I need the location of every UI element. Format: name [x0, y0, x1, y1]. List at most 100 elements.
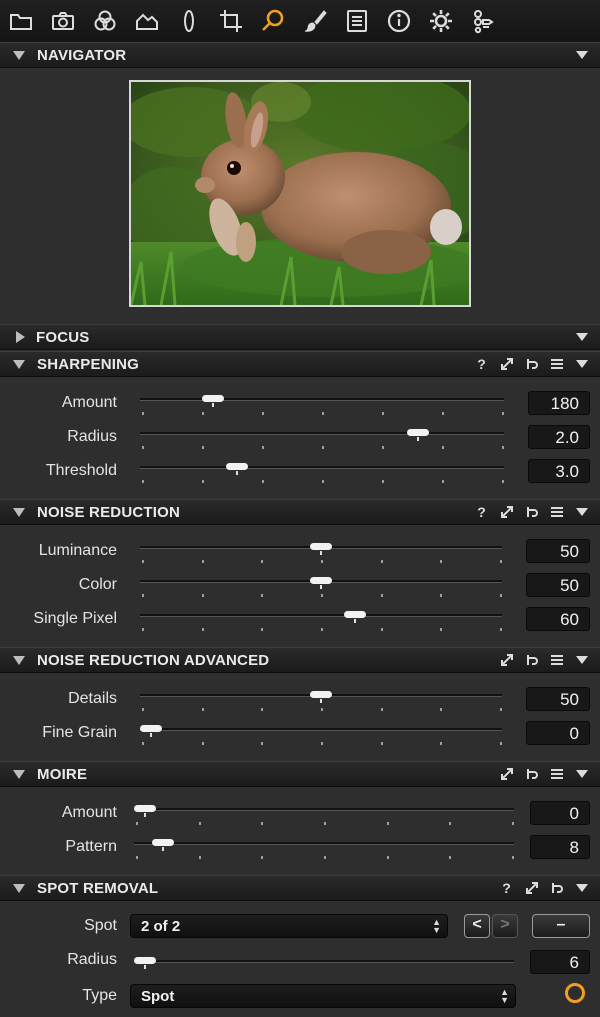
slider-value-field[interactable]: 0 — [530, 801, 590, 825]
slider-tick — [142, 480, 144, 483]
copy-apply-icon[interactable] — [494, 500, 519, 524]
slider-track[interactable] — [134, 808, 514, 811]
tool-tabs-toolbar — [0, 0, 600, 43]
slider-value-field[interactable]: 60 — [526, 607, 590, 631]
settings-gear-icon[interactable] — [420, 0, 462, 42]
sharpening-header[interactable]: SHARPENING ? — [0, 351, 600, 377]
slider-track[interactable] — [140, 398, 504, 401]
noise-reduction-header[interactable]: NOISE REDUCTION ? — [0, 499, 600, 525]
slider-thumb[interactable] — [151, 839, 174, 851]
folder-icon[interactable] — [0, 0, 42, 42]
focus-header[interactable]: FOCUS — [0, 324, 600, 350]
copy-apply-icon[interactable] — [494, 762, 519, 786]
slider-value-field[interactable]: 50 — [526, 687, 590, 711]
type-select[interactable]: Spot ▲ ▼ — [130, 984, 516, 1008]
slider-value-field[interactable]: 50 — [526, 539, 590, 563]
presets-menu-icon[interactable] — [544, 352, 569, 376]
crop-icon[interactable] — [210, 0, 252, 42]
camera-icon[interactable] — [42, 0, 84, 42]
spot-select[interactable]: 2 of 2 ▲ ▼ — [130, 914, 448, 938]
expand-triangle-icon[interactable] — [16, 331, 25, 343]
collapse-triangle-icon[interactable] — [13, 507, 25, 517]
slider-track[interactable] — [134, 842, 514, 845]
local-adjust-brush-icon[interactable] — [294, 0, 336, 42]
copy-apply-icon[interactable] — [519, 876, 544, 900]
help-button[interactable]: ? — [469, 500, 494, 524]
navigator-header[interactable]: NAVIGATOR — [0, 42, 600, 68]
slider-track[interactable] — [140, 614, 502, 617]
reset-icon[interactable] — [519, 352, 544, 376]
reset-icon[interactable] — [519, 500, 544, 524]
noise-reduction-advanced-header[interactable]: NOISE REDUCTION ADVANCED — [0, 647, 600, 673]
next-spot-button[interactable]: > — [492, 914, 518, 938]
slider-thumb[interactable] — [310, 543, 332, 555]
slider-row: Amount 0 — [0, 798, 600, 832]
navigator-thumbnail[interactable] — [129, 80, 471, 307]
spot-removal-header[interactable]: SPOT REMOVAL ? — [0, 875, 600, 901]
presets-menu-icon[interactable] — [544, 648, 569, 672]
slider-label: Radius — [67, 428, 117, 445]
slider-value-field[interactable]: 180 — [528, 391, 590, 415]
slider-thumb[interactable] — [310, 577, 332, 589]
collapse-triangle-icon[interactable] — [13, 50, 25, 60]
slider-label: Details — [68, 690, 117, 707]
info-icon[interactable] — [378, 0, 420, 42]
panel-menu-icon[interactable] — [569, 43, 594, 67]
slider-tick — [500, 628, 502, 631]
presets-menu-icon[interactable] — [544, 762, 569, 786]
color-circles-icon[interactable] — [84, 0, 126, 42]
collapse-triangle-icon[interactable] — [13, 359, 25, 369]
collapse-triangle-icon[interactable] — [13, 655, 25, 665]
presets-menu-icon[interactable] — [544, 500, 569, 524]
copy-apply-icon[interactable] — [494, 352, 519, 376]
exposure-icon[interactable] — [126, 0, 168, 42]
slider-row: Threshold 3.0 — [0, 456, 600, 490]
lens-icon[interactable] — [168, 0, 210, 42]
metadata-list-icon[interactable] — [336, 0, 378, 42]
slider-value-field[interactable]: 2.0 — [528, 425, 590, 449]
slider-track[interactable] — [140, 728, 502, 731]
type-select-value: Spot — [141, 988, 175, 1005]
radius-value-field[interactable]: 6 — [530, 950, 590, 974]
slider-value-field[interactable]: 0 — [526, 721, 590, 745]
radius-slider-thumb[interactable] — [134, 957, 156, 969]
reset-icon[interactable] — [544, 876, 569, 900]
panel-menu-icon[interactable] — [569, 876, 594, 900]
slider-thumb[interactable] — [134, 805, 156, 817]
radius-slider-track[interactable] — [134, 960, 514, 963]
slider-value-field[interactable]: 8 — [530, 835, 590, 859]
slider-thumb[interactable] — [344, 611, 366, 623]
slider-value-field[interactable]: 3.0 — [528, 459, 590, 483]
slider-thumb[interactable] — [201, 395, 224, 407]
slider-thumb[interactable] — [140, 725, 162, 737]
details-search-icon[interactable] — [252, 0, 294, 42]
panel-menu-icon[interactable] — [569, 762, 594, 786]
spot-circle-tool-icon[interactable] — [565, 983, 585, 1003]
reset-icon[interactable] — [519, 762, 544, 786]
slider-track[interactable] — [140, 466, 504, 469]
slider-value-field[interactable]: 50 — [526, 573, 590, 597]
collapse-triangle-icon[interactable] — [13, 769, 25, 779]
panel-menu-icon[interactable] — [569, 352, 594, 376]
reset-icon[interactable] — [519, 648, 544, 672]
slider-thumb[interactable] — [310, 691, 332, 703]
collapse-triangle-icon[interactable] — [13, 883, 25, 893]
panel-menu-icon[interactable] — [569, 500, 594, 524]
slider-thumb[interactable] — [225, 463, 248, 475]
batch-icon[interactable] — [462, 0, 504, 42]
moire-header[interactable]: MOIRE — [0, 761, 600, 787]
panel-menu-icon[interactable] — [569, 648, 594, 672]
slider-tick — [142, 412, 144, 415]
slider-tick — [261, 628, 264, 631]
copy-apply-icon[interactable] — [494, 648, 519, 672]
slider-tick — [440, 594, 443, 597]
help-button[interactable]: ? — [494, 876, 519, 900]
slider-track[interactable] — [140, 432, 504, 435]
slider-tick — [261, 594, 264, 597]
spot-select-value: 2 of 2 — [141, 918, 181, 935]
slider-thumb[interactable] — [406, 429, 429, 441]
prev-spot-button[interactable]: < — [464, 914, 490, 938]
panel-menu-icon[interactable] — [569, 325, 594, 349]
remove-spot-button[interactable]: – — [532, 914, 590, 938]
help-button[interactable]: ? — [469, 352, 494, 376]
